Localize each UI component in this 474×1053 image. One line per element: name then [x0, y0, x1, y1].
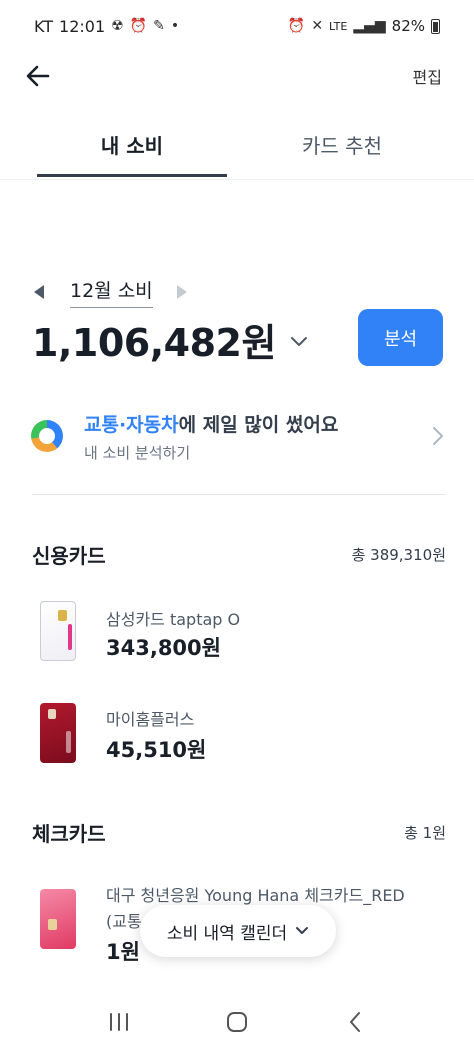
card-image: [40, 889, 76, 949]
analyze-button[interactable]: 분석: [358, 309, 443, 366]
insight-subtitle: 내 소비 분석하기: [84, 444, 191, 462]
recent-apps-button[interactable]: [99, 1002, 139, 1042]
edit-button[interactable]: 편집: [413, 64, 442, 88]
credit-section-total: 총 389,310원: [351, 546, 446, 564]
chevron-left-icon: [350, 1011, 360, 1032]
system-nav-bar: [0, 990, 474, 1053]
home-icon: [227, 1011, 247, 1032]
clock: 12:01: [59, 16, 106, 36]
next-month-icon[interactable]: [176, 285, 187, 299]
credit-section-header: 신용카드 총 389,310원: [32, 540, 446, 569]
chevron-down-icon: [296, 927, 309, 934]
total-spending[interactable]: 1,106,482원: [32, 312, 308, 367]
card-logo: [66, 731, 71, 753]
spending-insight[interactable]: 교통·자동차에 제일 많이 썼어요 내 소비 분석하기: [0, 400, 474, 480]
status-left: KT 12:01 ☢ ⏰ ✎ •: [34, 17, 179, 36]
back-button[interactable]: [20, 58, 56, 94]
card-name: 대구 청년응원 Young Hana 체크카드_RED: [106, 886, 405, 905]
mute-icon: ✕: [311, 18, 324, 34]
active-tab-indicator: [37, 174, 227, 177]
calendar-button-label: 소비 내역 캘린더: [166, 923, 288, 944]
arrow-left-icon: [26, 65, 50, 87]
chevron-down-icon: [290, 336, 307, 346]
signal-icon: ▂▄▆: [353, 18, 386, 34]
card-image: [40, 601, 76, 661]
card-name-line2: (교통: [106, 912, 142, 931]
carrier-label: KT: [34, 16, 54, 36]
credit-section-title: 신용카드: [32, 544, 106, 568]
card-amount: 343,800원: [106, 636, 221, 660]
card-chip-icon: [48, 919, 57, 930]
pill-icon: ✎: [153, 18, 165, 34]
card-image: [40, 703, 76, 763]
insight-title: 교통·자동차에 제일 많이 썼어요: [84, 410, 338, 437]
tab-card-recommendation[interactable]: 카드 추천: [248, 130, 436, 159]
card-chip-icon: [48, 709, 56, 719]
status-bar: KT 12:01 ☢ ⏰ ✎ • ⏰ ✕ LTE ▂▄▆ 82%: [0, 0, 474, 52]
radiation-icon: ☢: [111, 18, 124, 34]
spending-calendar-button[interactable]: 소비 내역 캘린더: [140, 905, 336, 957]
app-header: 편집: [0, 52, 474, 98]
recent-apps-icon: [110, 1012, 128, 1031]
back-nav-button[interactable]: [335, 1002, 375, 1042]
card-item-samsung[interactable]: 삼성카드 taptap O 343,800원: [0, 600, 474, 670]
check-section-total: 총 1원: [404, 824, 446, 842]
card-name: 마이홈플러스: [106, 710, 195, 729]
card-name: 삼성카드 taptap O: [106, 610, 241, 629]
card-item-homeplus[interactable]: 마이홈플러스 45,510원: [0, 702, 474, 772]
divider: [32, 494, 446, 495]
card-amount: 1원: [106, 940, 140, 964]
status-right: ⏰ ✕ LTE ▂▄▆ 82%: [288, 17, 440, 35]
battery-level: 82%: [391, 17, 425, 35]
chevron-right-icon: [433, 427, 443, 445]
month-label[interactable]: 12월 소비: [70, 276, 153, 308]
insight-category: 교통·자동차: [84, 414, 179, 436]
card-stripe: [68, 624, 72, 650]
check-section-title: 체크카드: [32, 822, 106, 846]
card-chip-icon: [58, 610, 67, 621]
card-amount: 45,510원: [106, 738, 207, 762]
donut-chart-icon: [31, 420, 63, 452]
battery-icon: [431, 18, 440, 34]
alarm-icon: ⏰: [287, 18, 306, 34]
month-selector: 12월 소비: [34, 276, 187, 308]
total-amount: 1,106,482원: [32, 321, 276, 365]
tab-my-spending[interactable]: 내 소비: [38, 130, 226, 159]
alarm-app-icon: ⏰: [129, 18, 148, 34]
dot-icon: •: [170, 18, 180, 34]
home-button[interactable]: [217, 1002, 257, 1042]
tab-bar: 내 소비 카드 추천: [0, 118, 474, 180]
insight-title-suffix: 에 제일 많이 썼어요: [178, 414, 339, 436]
prev-month-icon[interactable]: [34, 285, 44, 299]
check-section-header: 체크카드 총 1원: [32, 818, 446, 847]
network-type: LTE: [329, 19, 348, 33]
